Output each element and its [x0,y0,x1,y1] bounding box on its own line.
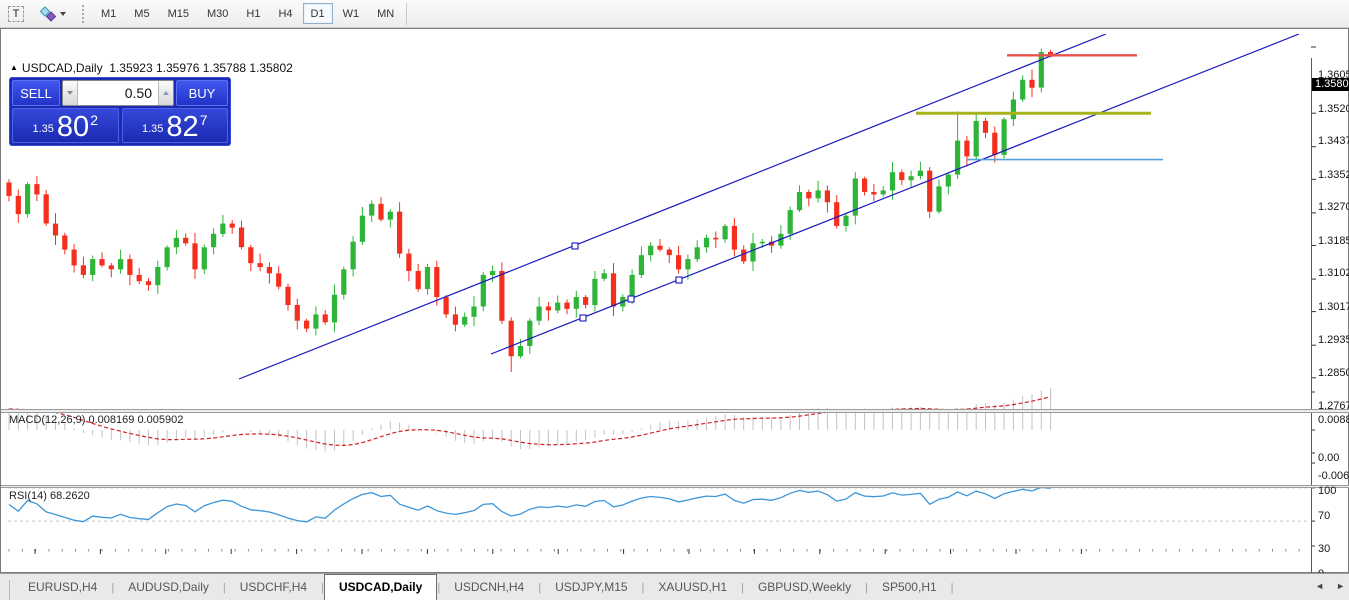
channel-handle[interactable] [572,243,578,249]
scroll-tabs-right-button[interactable]: ► [1336,579,1345,593]
one-click-trading-panel: SELL BUY 1.35802 1.35827 [9,77,231,146]
sell-button[interactable]: SELL [12,80,60,106]
chart-ohlc-values: 1.35923 1.35976 1.35788 1.35802 [109,61,293,75]
tab-eurusd-h4[interactable]: EURUSD,H4 [14,575,111,600]
sell-price-button[interactable]: 1.35802 [12,108,119,143]
tab-xauusd-h1[interactable]: XAUUSD,H1 [644,575,741,600]
tab-usdcnh-h4[interactable]: USDCNH,H4 [440,575,538,600]
tab-usdjpy-m15[interactable]: USDJPY,M15 [541,575,641,600]
tab-separator: | [951,582,954,594]
rsi-name: RSI(14) [9,490,47,502]
price-axis-label: 1.31850 [1318,235,1349,247]
rsi-pane-splitter[interactable] [1,485,1349,488]
macd-pane-splitter[interactable] [1,409,1349,413]
rsi-axis-label: 100 [1318,485,1336,497]
tab-gbpusd-weekly[interactable]: GBPUSD,Weekly [744,575,865,600]
macd-name: MACD(12,26,9) [9,414,85,426]
volume-decrease-button[interactable] [63,81,78,105]
macd-indicator-label: MACD(12,26,9) 0.008169 0.005902 [9,414,183,426]
tab-usdcad-daily[interactable]: USDCAD,Daily [324,574,437,600]
buy-price-prefix: 1.35 [142,123,163,135]
rsi-axis-label: 30 [1318,543,1330,555]
timeframe-button-mn[interactable]: MN [369,3,402,24]
price-axis-label: 1.33525 [1318,169,1349,181]
object-styles-button[interactable] [33,3,73,25]
macd-axis-label: -0.00614 [1318,470,1349,482]
macd-signal-value: 0.005902 [137,414,183,426]
chart-tab-bar: EURUSD,H4|AUDUSD,Daily|USDCHF,H4|USDCAD,… [0,573,1349,600]
toolbar-separator [406,3,407,25]
rsi-line [9,487,1051,522]
price-axis-label: 1.29350 [1318,334,1349,346]
timeframe-button-m15[interactable]: M15 [160,3,197,24]
sell-price-pip: 2 [90,113,98,127]
symbol-marker-icon: ▲ [10,63,18,72]
price-axis-label: 1.28500 [1318,367,1349,379]
dropdown-caret-icon [60,12,66,16]
text-tool-icon: T [8,6,24,22]
timeframe-button-w1[interactable]: W1 [335,3,368,24]
timeframe-button-d1[interactable]: D1 [303,3,333,24]
timeframe-button-h4[interactable]: H4 [270,3,300,24]
chart-window: ▲ USDCAD,Daily 1.35923 1.35976 1.35788 1.… [0,28,1349,573]
channel-lower-line[interactable] [491,34,1299,354]
tab-usdchf-h4[interactable]: USDCHF,H4 [226,575,321,600]
channel-handle[interactable] [676,277,682,283]
volume-stepper [62,80,174,106]
rsi-value: 68.2620 [50,490,90,502]
channel-upper-line[interactable] [239,34,1106,379]
chart-tabs: EURUSD,H4|AUDUSD,Daily|USDCHF,H4|USDCAD,… [10,573,954,600]
timeframe-button-h1[interactable]: H1 [238,3,268,24]
channel-handle[interactable] [628,296,634,302]
channel-selection-handles[interactable] [572,243,682,321]
price-axis-label: 1.32700 [1318,201,1349,213]
diamonds-icon [40,6,57,22]
rsi-axis-label: 70 [1318,510,1330,522]
rsi-indicator-label: RSI(14) 68.2620 [9,490,90,502]
chart-symbol-period: USDCAD,Daily [22,61,103,75]
text-tool-button[interactable]: T [1,3,31,25]
tab-audusd-daily[interactable]: AUDUSD,Daily [114,575,223,600]
volume-increase-button[interactable] [158,81,173,105]
timeframe-button-m5[interactable]: M5 [126,3,157,24]
plus-caret-icon [163,91,169,95]
buy-button[interactable]: BUY [176,80,228,106]
price-axis-divider [1311,58,1312,600]
macd-main-value: 0.008169 [88,414,134,426]
buy-price-pip: 7 [200,113,208,127]
toolbar-drag-handle[interactable] [82,5,88,23]
buy-price-button[interactable]: 1.35827 [122,108,229,143]
price-axis-label: 1.27675 [1318,400,1349,412]
price-axis-label: 1.30175 [1318,301,1349,313]
price-axis-label: 1.31025 [1318,267,1349,279]
chart-title: ▲ USDCAD,Daily 1.35923 1.35976 1.35788 1.… [10,61,293,75]
macd-axis-label: 0.00 [1318,452,1339,464]
buy-price-big: 82 [166,114,198,140]
tab-sp500-h1[interactable]: SP500,H1 [868,575,951,600]
timeframe-toolbar: M1M5M15M30H1H4D1W1MN [92,3,403,24]
tab-scroll-controls: ◄ ► [1315,579,1345,593]
trend-channel[interactable] [239,34,1299,379]
mt4-window: T M1M5M15M30H1H4D1W1MN ▲ USDCAD,Daily 1.3… [0,0,1349,600]
current-price-tag: 1.35802 [1312,78,1349,91]
channel-handle[interactable] [580,315,586,321]
top-toolbar: T M1M5M15M30H1H4D1W1MN [0,0,1349,28]
price-axis-label: 1.34375 [1318,135,1349,147]
macd-axis-label: 0.00885 [1318,414,1349,426]
tab-bar-stub [0,580,10,600]
sell-price-prefix: 1.35 [33,123,54,135]
minus-caret-icon [67,91,73,95]
volume-input[interactable] [78,81,158,105]
price-axis-label: 1.35200 [1318,103,1349,115]
timeframe-button-m30[interactable]: M30 [199,3,236,24]
timeframe-button-m1[interactable]: M1 [93,3,124,24]
scroll-tabs-left-button[interactable]: ◄ [1315,579,1324,593]
sell-price-big: 80 [57,114,89,140]
